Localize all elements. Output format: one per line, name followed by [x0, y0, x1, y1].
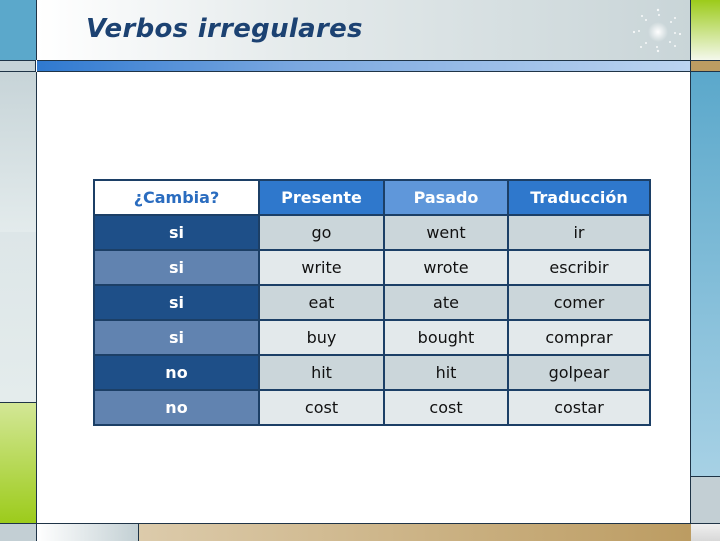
- pasado-cell: ate: [383, 284, 509, 321]
- traduccion-cell: comprar: [507, 319, 651, 356]
- presente-cell: go: [258, 214, 385, 251]
- table-row: si eat ate comer: [93, 284, 651, 321]
- left-sidebar-green-block: [0, 402, 37, 524]
- pasado-cell: went: [383, 214, 509, 251]
- pasado-cell: cost: [383, 389, 509, 426]
- right-panel-tan: [690, 60, 720, 72]
- footer-band-tan: [138, 523, 691, 541]
- left-sidebar-bottom: [0, 523, 37, 541]
- left-sidebar-panel: [0, 72, 37, 232]
- table-row: no hit hit golpear: [93, 354, 651, 391]
- pasado-cell: bought: [383, 319, 509, 356]
- traduccion-cell: comer: [507, 284, 651, 321]
- slide-title: Verbos irregulares: [86, 14, 363, 44]
- header-traduccion: Traducción: [507, 179, 651, 216]
- presente-cell: hit: [258, 354, 385, 391]
- cambia-cell: si: [93, 284, 260, 321]
- right-panel-grey: [690, 476, 720, 524]
- left-sidebar-band: [0, 60, 36, 72]
- pasado-cell: hit: [383, 354, 509, 391]
- presente-cell: buy: [258, 319, 385, 356]
- table-row: si write wrote escribir: [93, 249, 651, 286]
- cambia-cell: si: [93, 319, 260, 356]
- presente-cell: write: [258, 249, 385, 286]
- table-header-row: ¿Cambia? Presente Pasado Traducción: [93, 179, 651, 216]
- traduccion-cell: ir: [507, 214, 651, 251]
- traduccion-cell: escribir: [507, 249, 651, 286]
- table-row: si go went ir: [93, 214, 651, 251]
- traduccion-cell: golpear: [507, 354, 651, 391]
- verbs-table: ¿Cambia? Presente Pasado Traducción si g…: [93, 179, 651, 426]
- right-panel-bottom: [690, 523, 720, 541]
- header-blue-band: [37, 60, 690, 72]
- right-panel-blue: [690, 72, 720, 476]
- right-panel-green: [690, 0, 720, 60]
- sparkle-icon: [632, 8, 682, 53]
- cambia-cell: no: [93, 389, 260, 426]
- cambia-cell: si: [93, 249, 260, 286]
- traduccion-cell: costar: [507, 389, 651, 426]
- pasado-cell: wrote: [383, 249, 509, 286]
- left-sidebar-panel-lower: [0, 232, 37, 402]
- cambia-cell: si: [93, 214, 260, 251]
- table-row: si buy bought comprar: [93, 319, 651, 356]
- presente-cell: cost: [258, 389, 385, 426]
- table-row: no cost cost costar: [93, 389, 651, 426]
- cambia-cell: no: [93, 354, 260, 391]
- header-pasado: Pasado: [383, 179, 509, 216]
- left-sidebar-top: [0, 0, 37, 60]
- header-cambia: ¿Cambia?: [93, 179, 260, 216]
- footer-band-left: [37, 523, 138, 541]
- presente-cell: eat: [258, 284, 385, 321]
- header-presente: Presente: [258, 179, 385, 216]
